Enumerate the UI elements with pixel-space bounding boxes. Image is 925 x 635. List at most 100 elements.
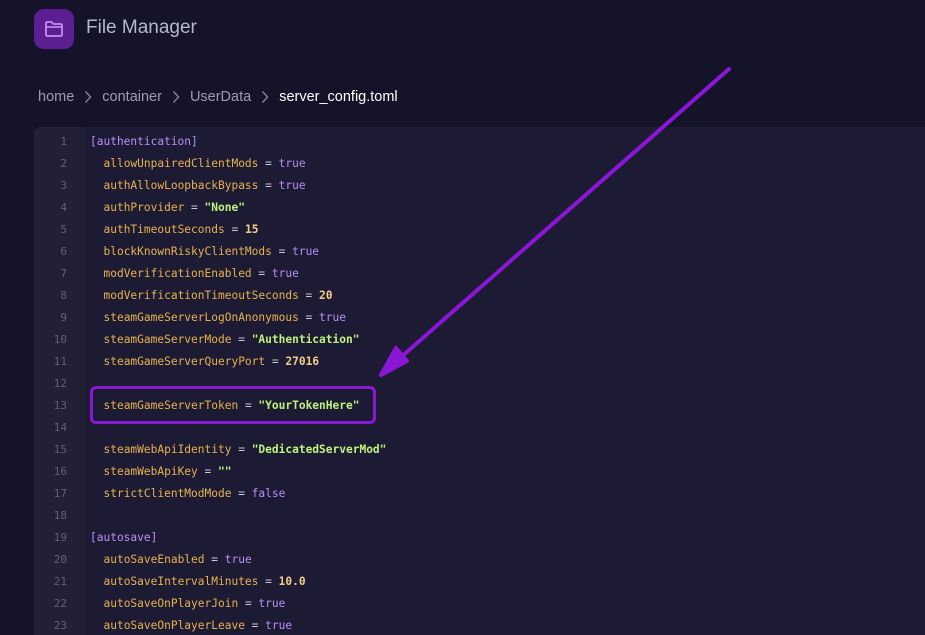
- config-value: false: [251, 487, 286, 500]
- breadcrumb-current-file: server_config.toml: [279, 89, 398, 105]
- code-line[interactable]: 16 steamWebApiKey = "": [34, 461, 925, 483]
- line-number: 14: [53, 421, 67, 434]
- config-key: modVerificationEnabled: [103, 267, 252, 280]
- code-text: autoSaveOnPlayerLeave = true: [103, 619, 293, 632]
- breadcrumb-container[interactable]: container: [102, 87, 162, 107]
- code-line[interactable]: 8 modVerificationTimeoutSeconds = 20: [34, 285, 925, 307]
- line-number: 15: [53, 443, 67, 456]
- code-line[interactable]: 21 autoSaveIntervalMinutes = 10.0: [34, 571, 925, 593]
- code-text: steamGameServerQueryPort = 27016: [103, 355, 320, 368]
- breadcrumb-userdata[interactable]: UserData: [190, 87, 251, 107]
- config-key: blockKnownRiskyClientMods: [103, 245, 272, 258]
- line-number: 9: [60, 311, 67, 324]
- config-key: steamGameServerQueryPort: [103, 355, 266, 368]
- config-key: autoSaveOnPlayerLeave: [103, 619, 245, 632]
- config-key: steamWebApiIdentity: [103, 443, 232, 456]
- code-text: autoSaveOnPlayerJoin = true: [103, 597, 286, 610]
- line-number: 7: [60, 267, 67, 280]
- app-title: File Manager: [86, 17, 197, 38]
- line-number: 23: [53, 619, 67, 632]
- line-number: 4: [60, 201, 67, 214]
- code-text: modVerificationTimeoutSeconds = 20: [103, 289, 333, 302]
- code-text: authAllowLoopbackBypass = true: [103, 179, 306, 192]
- code-text: authProvider = "None": [103, 201, 245, 214]
- config-value: true: [265, 619, 293, 632]
- code-text: strictClientModMode = false: [103, 487, 286, 500]
- line-number: 17: [53, 487, 67, 500]
- line-number: 16: [53, 465, 67, 478]
- code-line[interactable]: 15 steamWebApiIdentity = "DedicatedServe…: [34, 439, 925, 461]
- code-line[interactable]: 22 autoSaveOnPlayerJoin = true: [34, 593, 925, 615]
- config-value: true: [292, 245, 320, 258]
- chevron-right-icon: [261, 90, 269, 104]
- code-line[interactable]: 17 strictClientModMode = false: [34, 483, 925, 505]
- code-text: autoSaveIntervalMinutes = 10.0: [103, 575, 306, 588]
- line-number: 3: [60, 179, 67, 192]
- code-text: steamGameServerMode = "Authentication": [103, 333, 360, 346]
- code-line[interactable]: 5 authTimeoutSeconds = 15: [34, 219, 925, 241]
- breadcrumb: home container UserData server_config.to…: [38, 87, 398, 107]
- config-value: "": [218, 465, 232, 478]
- line-number: 20: [53, 553, 67, 566]
- line-number: 12: [53, 377, 67, 390]
- config-key: modVerificationTimeoutSeconds: [103, 289, 299, 302]
- line-number: 13: [53, 399, 67, 412]
- code-line[interactable]: 10 steamGameServerMode = "Authentication…: [34, 329, 925, 351]
- config-key: autoSaveEnabled: [103, 553, 205, 566]
- code-line[interactable]: 4 authProvider = "None": [34, 197, 925, 219]
- code-line[interactable]: 18: [34, 505, 925, 527]
- line-number: 21: [53, 575, 67, 588]
- code-line[interactable]: 11 steamGameServerQueryPort = 27016: [34, 351, 925, 373]
- code-line[interactable]: 7 modVerificationEnabled = true: [34, 263, 925, 285]
- line-number: 2: [60, 157, 67, 170]
- config-value: true: [319, 311, 346, 324]
- line-number: 1: [60, 135, 67, 148]
- config-key: autoSaveIntervalMinutes: [103, 575, 259, 588]
- config-value: true: [258, 597, 286, 610]
- config-key: steamGameServerLogOnAnonymous: [103, 311, 299, 324]
- line-number: 6: [60, 245, 67, 258]
- config-value: "None": [204, 201, 245, 214]
- config-value: 10.0: [278, 575, 306, 588]
- chevron-right-icon: [84, 90, 92, 104]
- config-key: authAllowLoopbackBypass: [103, 179, 259, 192]
- code-text: authTimeoutSeconds = 15: [103, 223, 259, 236]
- section-header: [autosave]: [90, 531, 158, 544]
- line-number: 10: [53, 333, 67, 346]
- config-key: strictClientModMode: [103, 487, 232, 500]
- code-line[interactable]: 9 steamGameServerLogOnAnonymous = true: [34, 307, 925, 329]
- code-text: steamWebApiIdentity = "DedicatedServerMo…: [103, 443, 387, 456]
- code-text: steamWebApiKey = "": [103, 465, 232, 478]
- line-number: 5: [60, 223, 67, 236]
- config-value: true: [224, 553, 252, 566]
- config-key: authTimeoutSeconds: [103, 223, 225, 236]
- code-text: autoSaveEnabled = true: [103, 553, 252, 566]
- line-number: 18: [53, 509, 67, 522]
- code-editor[interactable]: 1 [authentication] 2 allowUnpairedClientMo…: [34, 127, 925, 635]
- config-key: steamGameServerMode: [103, 333, 232, 346]
- config-value: 15: [244, 223, 259, 236]
- code-text: allowUnpairedClientMods = true: [103, 157, 306, 170]
- line-number: 11: [53, 355, 67, 368]
- folder-icon[interactable]: [34, 9, 74, 49]
- code-line[interactable]: 6 blockKnownRiskyClientMods = true: [34, 241, 925, 263]
- config-value: true: [278, 157, 306, 170]
- code-text: blockKnownRiskyClientMods = true: [103, 245, 320, 258]
- config-key: autoSaveOnPlayerJoin: [103, 597, 239, 610]
- code-line[interactable]: 2 allowUnpairedClientMods = true: [34, 153, 925, 175]
- section-header: [authentication]: [90, 135, 198, 148]
- code-text: steamGameServerLogOnAnonymous = true: [103, 311, 346, 324]
- code-line[interactable]: 3 authAllowLoopbackBypass = true: [34, 175, 925, 197]
- config-value: true: [271, 267, 299, 280]
- code-lines[interactable]: 1 [authentication] 2 allowUnpairedClientMo…: [34, 131, 925, 635]
- config-key: steamWebApiKey: [103, 465, 198, 478]
- code-line[interactable]: 23 autoSaveOnPlayerLeave = true: [34, 615, 925, 635]
- code-text: [autosave]: [90, 527, 157, 549]
- config-value: 27016: [285, 355, 320, 368]
- app-header: File Manager: [0, 0, 925, 60]
- code-line[interactable]: 1 [authentication]: [34, 131, 925, 153]
- breadcrumb-home[interactable]: home: [38, 87, 74, 107]
- code-line[interactable]: 19 [autosave]: [34, 527, 925, 549]
- code-line[interactable]: 20 autoSaveEnabled = true: [34, 549, 925, 571]
- config-value: 20: [319, 289, 333, 302]
